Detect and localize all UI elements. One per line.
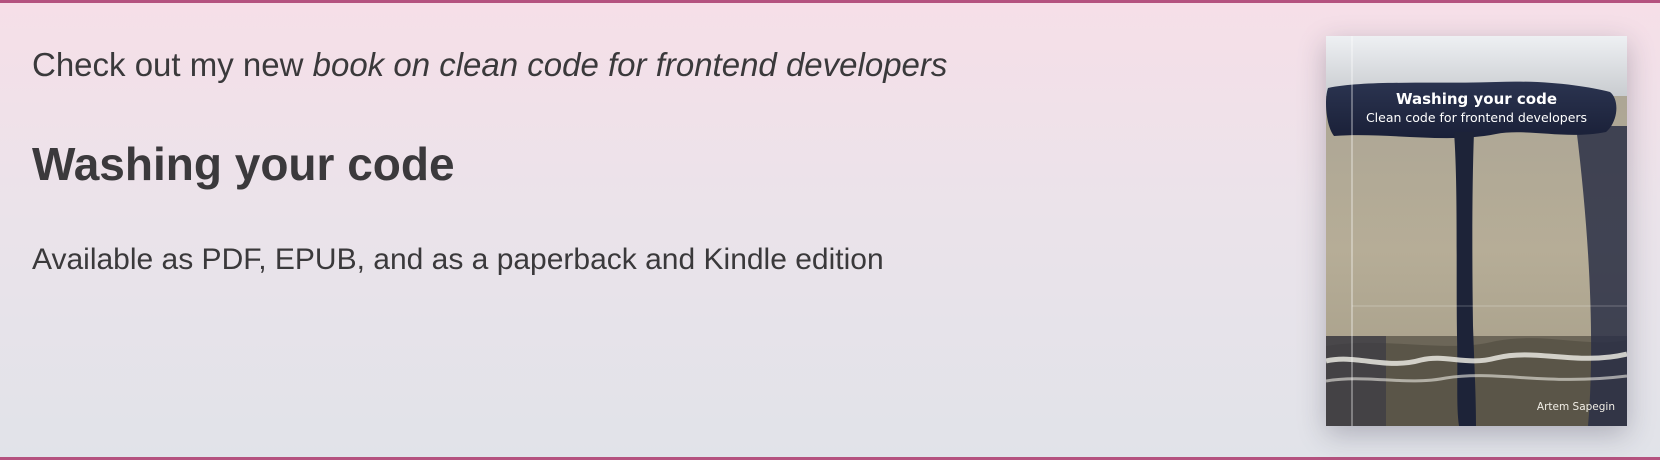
promo-intro: Check out my new book on clean code for … [32, 45, 947, 85]
promo-intro-text: Check out my new [32, 46, 313, 83]
book-promo-banner[interactable]: Check out my new book on clean code for … [0, 0, 1660, 460]
cover-subtitle: Clean code for frontend developers [1365, 110, 1588, 125]
book-link[interactable]: book on clean code for frontend develope… [313, 46, 948, 83]
cover-title: Washing your code [1395, 90, 1557, 108]
book-cover[interactable]: Washing your code Clean code for fronten… [1326, 36, 1627, 426]
book-title[interactable]: Washing your code [32, 137, 455, 191]
book-formats-text: Available as PDF, EPUB, and as a paperba… [32, 243, 884, 276]
cover-author: Artem Sapegin [1536, 401, 1615, 413]
